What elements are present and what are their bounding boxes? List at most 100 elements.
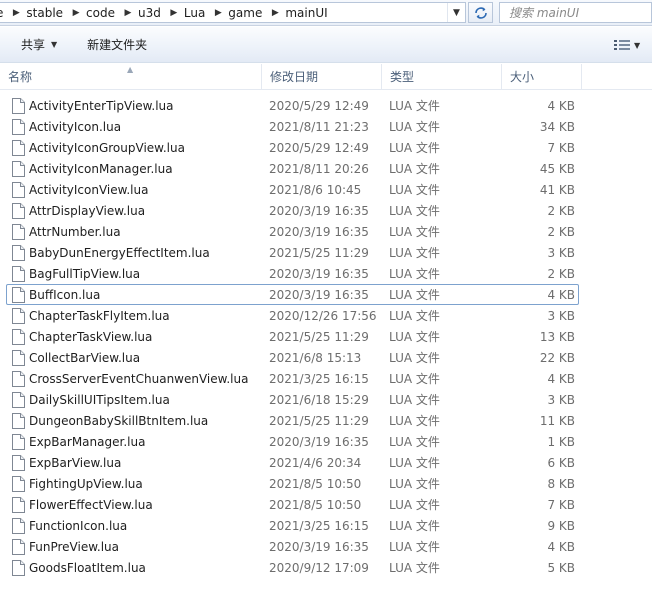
file-name: ChapterTaskView.lua bbox=[29, 330, 153, 344]
breadcrumb-label: e bbox=[0, 6, 8, 20]
file-name: ExpBarView.lua bbox=[29, 456, 122, 470]
file-row[interactable]: AttrDisplayView.lua 2020/3/19 16:35 LUA 文件… bbox=[6, 200, 579, 221]
file-row[interactable]: FunPreView.lua 2020/3/19 16:35 LUA 文件 4 KB bbox=[6, 536, 579, 557]
file-name: ActivityEnterTipView.lua bbox=[29, 99, 174, 113]
file-name: GoodsFloatItem.lua bbox=[29, 561, 146, 575]
chevron-right-icon[interactable]: ▶ bbox=[8, 8, 24, 18]
file-row[interactable]: GoodsFloatItem.lua 2020/9/12 17:09 LUA 文件 5… bbox=[6, 557, 579, 578]
chevron-down-icon[interactable]: ▼ bbox=[447, 3, 465, 22]
file-size: 7 KB bbox=[547, 141, 575, 155]
file-row[interactable]: CollectBarView.lua 2021/6/8 15:13 LUA 文件 22… bbox=[6, 347, 579, 368]
file-size: 41 KB bbox=[539, 183, 575, 197]
file-size: 34 KB bbox=[539, 120, 575, 134]
file-name: AttrDisplayView.lua bbox=[29, 204, 146, 218]
column-header-label: 类型 bbox=[390, 70, 415, 84]
chevron-right-icon[interactable]: ▶ bbox=[166, 8, 182, 18]
breadcrumb[interactable]: e ▶ stable ▶ code ▶ u3d ▶ Lua ▶ game ▶ m… bbox=[0, 2, 466, 23]
file-type: LUA 文件 bbox=[389, 519, 440, 533]
file-row[interactable]: FightingUpView.lua 2021/8/5 10:50 LUA 文件 8 … bbox=[6, 473, 579, 494]
file-size: 2 KB bbox=[547, 204, 575, 218]
file-row[interactable]: BagFullTipView.lua 2020/3/19 16:35 LUA 文件 2… bbox=[6, 263, 579, 284]
file-date: 2020/3/19 16:35 bbox=[269, 435, 369, 449]
chevron-right-icon[interactable]: ▶ bbox=[210, 8, 226, 18]
sort-ascending-icon: ▲ bbox=[127, 65, 134, 74]
file-icon bbox=[12, 98, 25, 114]
file-type: LUA 文件 bbox=[389, 561, 440, 575]
file-row[interactable]: ActivityEnterTipView.lua 2020/5/29 12:49 L… bbox=[6, 95, 579, 116]
file-icon bbox=[12, 518, 25, 534]
file-icon bbox=[12, 245, 25, 261]
file-row[interactable]: BuffIcon.lua 2020/3/19 16:35 LUA 文件 4 KB bbox=[6, 284, 579, 305]
file-icon bbox=[12, 329, 25, 345]
file-name: ActivityIcon.lua bbox=[29, 120, 122, 134]
chevron-right-icon[interactable]: ▶ bbox=[68, 8, 84, 18]
file-type: LUA 文件 bbox=[389, 351, 440, 365]
breadcrumb-item[interactable]: ▶ game bbox=[210, 3, 267, 22]
column-header-date[interactable]: 修改日期 bbox=[262, 64, 382, 89]
file-row[interactable]: AttrNumber.lua 2020/3/19 16:35 LUA 文件 2 KB bbox=[6, 221, 579, 242]
file-date: 2021/8/11 21:23 bbox=[269, 120, 369, 134]
breadcrumb-item[interactable]: ▶ stable bbox=[8, 3, 68, 22]
file-row[interactable]: FunctionIcon.lua 2021/3/25 16:15 LUA 文件 9 K… bbox=[6, 515, 579, 536]
view-options-button[interactable]: ▼ bbox=[614, 34, 652, 56]
file-date: 2021/6/18 15:29 bbox=[269, 393, 369, 407]
file-icon bbox=[12, 560, 25, 576]
file-name: FlowerEffectView.lua bbox=[29, 498, 153, 512]
file-size: 1 KB bbox=[547, 435, 575, 449]
breadcrumb-item[interactable]: ▶ code bbox=[68, 3, 120, 22]
file-row[interactable]: ExpBarView.lua 2021/4/6 20:34 LUA 文件 6 KB bbox=[6, 452, 579, 473]
file-row[interactable]: ChapterTaskView.lua 2021/5/25 11:29 LUA 文件… bbox=[6, 326, 579, 347]
share-button[interactable]: 共享 ▼ bbox=[12, 33, 66, 57]
column-header-name[interactable]: ▲ 名称 bbox=[0, 64, 262, 89]
file-type: LUA 文件 bbox=[389, 477, 440, 491]
chevron-right-icon[interactable]: ▶ bbox=[120, 8, 136, 18]
column-header-label: 修改日期 bbox=[270, 70, 319, 84]
file-date: 2020/3/19 16:35 bbox=[269, 267, 369, 281]
file-row[interactable]: DailySkillUITipsItem.lua 2021/6/18 15:29 L… bbox=[6, 389, 579, 410]
refresh-button[interactable] bbox=[468, 2, 493, 23]
file-date: 2020/3/19 16:35 bbox=[269, 204, 369, 218]
breadcrumb-label: Lua bbox=[183, 5, 206, 20]
file-size: 22 KB bbox=[539, 351, 575, 365]
file-type: LUA 文件 bbox=[389, 372, 440, 386]
file-row[interactable]: ExpBarManager.lua 2020/3/19 16:35 LUA 文件 1 … bbox=[6, 431, 579, 452]
breadcrumb-item[interactable]: e bbox=[0, 3, 8, 22]
file-row[interactable]: FlowerEffectView.lua 2021/8/5 10:50 LUA 文件… bbox=[6, 494, 579, 515]
file-row[interactable]: ActivityIconView.lua 2021/8/6 10:45 LUA 文件… bbox=[6, 179, 579, 200]
file-row[interactable]: ChapterTaskFlyItem.lua 2020/12/26 17:56 LU… bbox=[6, 305, 579, 326]
file-icon bbox=[12, 182, 25, 198]
file-type: LUA 文件 bbox=[389, 330, 440, 344]
breadcrumb-item[interactable]: ▶ Lua bbox=[166, 3, 210, 22]
file-date: 2021/5/25 11:29 bbox=[269, 414, 369, 428]
new-folder-button[interactable]: 新建文件夹 bbox=[78, 33, 156, 57]
search-box[interactable] bbox=[499, 2, 652, 23]
file-size: 8 KB bbox=[547, 477, 575, 491]
file-date: 2021/4/6 20:34 bbox=[269, 456, 362, 470]
file-row[interactable]: BabyDunEnergyEffectItem.lua 2021/5/25 11:… bbox=[6, 242, 579, 263]
file-type: LUA 文件 bbox=[389, 288, 440, 302]
column-header-type[interactable]: 类型 bbox=[382, 64, 502, 89]
file-row[interactable]: ActivityIconGroupView.lua 2020/5/29 12:49… bbox=[6, 137, 579, 158]
file-row[interactable]: ActivityIconManager.lua 2021/8/11 20:26 LU… bbox=[6, 158, 579, 179]
file-date: 2021/3/25 16:15 bbox=[269, 519, 369, 533]
column-header-label: 大小 bbox=[510, 70, 535, 84]
search-input[interactable] bbox=[500, 3, 650, 22]
file-row[interactable]: CrossServerEventChuanwenView.lua 2021/3/2… bbox=[6, 368, 579, 389]
file-icon bbox=[12, 266, 25, 282]
file-icon bbox=[12, 455, 25, 471]
file-type: LUA 文件 bbox=[389, 204, 440, 218]
file-row[interactable]: ActivityIcon.lua 2021/8/11 21:23 LUA 文件 34 … bbox=[6, 116, 579, 137]
file-icon bbox=[12, 203, 25, 219]
file-size: 45 KB bbox=[539, 162, 575, 176]
file-size: 3 KB bbox=[547, 246, 575, 260]
file-size: 7 KB bbox=[547, 498, 575, 512]
chevron-right-icon[interactable]: ▶ bbox=[267, 8, 283, 18]
file-date: 2020/12/26 17:56 bbox=[269, 309, 377, 323]
breadcrumb-item[interactable]: ▶ u3d bbox=[120, 3, 166, 22]
breadcrumb-item[interactable]: ▶ mainUI bbox=[267, 3, 332, 22]
column-header-size[interactable]: 大小 bbox=[502, 64, 582, 89]
file-row[interactable]: DungeonBabySkillBtnItem.lua 2021/5/25 11:… bbox=[6, 410, 579, 431]
file-name: FightingUpView.lua bbox=[29, 477, 143, 491]
file-size: 13 KB bbox=[539, 330, 575, 344]
file-icon bbox=[12, 119, 25, 135]
